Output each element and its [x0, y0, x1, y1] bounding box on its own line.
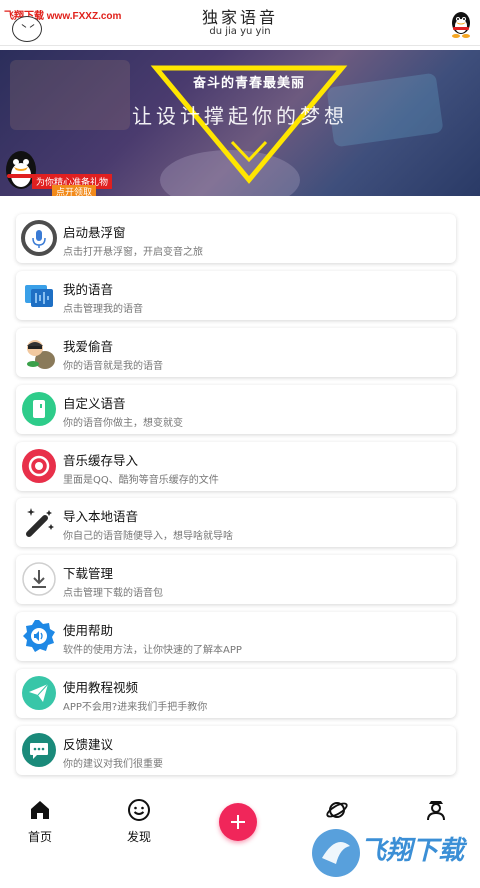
list-item-subtitle: 点击打开悬浮窗，开启变音之旅 [63, 247, 203, 258]
nav-profile[interactable] [406, 798, 466, 828]
list-item-title: 启动悬浮窗 [63, 225, 126, 240]
list-item-music-cache-import[interactable]: 音乐缓存导入 里面是QQ、酷狗等音乐缓存的文件 [16, 441, 456, 491]
list-item-feedback[interactable]: 反馈建议 你的建议对我们很重要 [16, 726, 456, 776]
nav-discover-label: 发现 [126, 830, 151, 844]
list-item-custom-voice[interactable]: 自定义语音 你的语音你做主，想变就变 [16, 384, 456, 434]
list-item-title: 自定义语音 [63, 395, 126, 411]
list-item-title: 音乐缓存导入 [63, 452, 139, 468]
list-item-subtitle: 你自己的语音随便导入，想导啥就导啥 [63, 531, 233, 543]
page-subtitle: du jia yu yin [209, 26, 271, 37]
list-item-import-local-voice[interactable]: 导入本地语音 你自己的语音随便导入，想导啥就导啥 [16, 498, 456, 548]
list-item-steal-voice[interactable]: 我爱偷音 你的语音就是我的语音 [16, 327, 456, 377]
qq-penguin-icon[interactable] [449, 10, 473, 38]
list-item-title: 使用教程视频 [63, 680, 139, 696]
nav-home[interactable]: 首页 [10, 798, 70, 845]
list-item-subtitle: 里面是QQ、酷狗等音乐缓存的文件 [63, 474, 219, 486]
list-item-title: 我爱偷音 [63, 338, 114, 354]
microphone-icon [21, 220, 57, 256]
list-item-help[interactable]: 使用帮助 软件的使用方法，让你快速的了解本APP [16, 612, 456, 662]
list-item-download-manager[interactable]: 下载管理 点击管理下载的语音包 [16, 555, 456, 605]
list-item-subtitle: 点击管理下载的语音包 [63, 588, 163, 600]
thief-icon [27, 339, 55, 369]
download-icon [22, 562, 56, 597]
list-item-title: 下载管理 [63, 566, 114, 582]
smile-icon [128, 799, 150, 821]
list-item-subtitle: 软件的使用方法，让你快速的了解本APP [63, 645, 242, 657]
banner-headline: 让设计撑起你的梦想 [132, 104, 348, 128]
promo-claim-button[interactable]: 点开领取 [52, 185, 97, 196]
chat-bubble-icon [22, 733, 56, 768]
nav-planet[interactable] [307, 798, 367, 828]
list-item-subtitle: 你的语音你做主，想变就变 [63, 417, 183, 429]
list-item-subtitle: 你的建议对我们很重要 [63, 759, 163, 771]
magic-wand-icon [26, 508, 54, 538]
list-item-title: 使用帮助 [63, 623, 114, 639]
list-item-subtitle: 你的语音就是我的语音 [63, 360, 163, 372]
list-item-tutorial-video[interactable]: 使用教程视频 APP不会用?进来我们手把手教你 [16, 669, 456, 719]
watermark-logo-text: 飞翔下载 [360, 836, 465, 866]
list-item-subtitle: 点击管理我的语音 [63, 303, 143, 315]
watermark-logo: 飞翔下载 [310, 826, 470, 882]
music-record-icon [22, 448, 56, 483]
add-button[interactable] [219, 803, 257, 841]
promo-banner[interactable]: 奋斗的青春最美丽 让设计撑起你的梦想 为你精心准备礼物 点开领取 [0, 50, 480, 196]
paper-plane-icon [22, 676, 56, 711]
watermark-logo-icon [312, 829, 360, 877]
custom-voice-icon [22, 391, 56, 426]
planet-icon [326, 802, 348, 818]
profile-icon [427, 801, 445, 821]
nav-home-label: 首页 [27, 830, 52, 844]
list-item-title: 导入本地语音 [63, 509, 139, 525]
my-voice-icon [25, 284, 53, 307]
list-item-floating-window[interactable]: 启动悬浮窗 点击打开悬浮窗，开启变音之旅 [16, 214, 456, 263]
home-icon [31, 801, 49, 819]
speaker-help-icon [23, 620, 55, 653]
banner-triangle-text: 奋斗的青春最美丽 [192, 76, 305, 91]
app-header: 飞翔下载 www.FXXZ.com 独家语音 du jia yu yin [0, 0, 480, 46]
list-item-subtitle: APP不会用?进来我们手把手教你 [63, 702, 208, 714]
list-item-my-voice[interactable]: 我的语音 点击管理我的语音 [16, 270, 456, 320]
list-item-title: 我的语音 [63, 281, 114, 297]
page-title: 独家语音 [201, 8, 278, 27]
list-item-title: 反馈建议 [63, 737, 114, 753]
feature-list: 启动悬浮窗 点击打开悬浮窗，开启变音之旅 我的语音 点击管理我的语音 我爱偷音 … [16, 214, 458, 783]
nav-discover[interactable]: 发现 [109, 798, 169, 845]
